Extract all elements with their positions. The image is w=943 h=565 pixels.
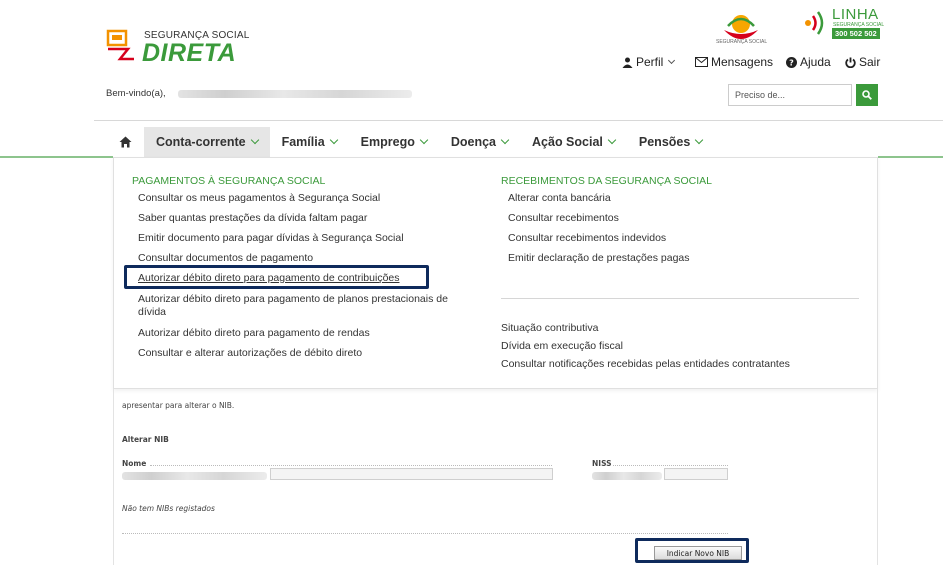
menu-link[interactable]: Saber quantas prestações da dívida falta… [138,212,367,225]
redacted-niss [592,472,662,480]
menu-link[interactable]: Emitir declaração de prestações pagas [508,252,690,265]
highlight-box-button [635,538,749,563]
menu-link[interactable]: Consultar os meus pagamentos à Segurança… [138,192,380,205]
niss-label: NISS [592,459,612,468]
phone-waves-icon [805,11,824,35]
logout-label: Sair [859,55,881,69]
menu-link[interactable]: Emitir documento para pagar dívidas à Se… [138,232,404,245]
nav-label: Conta-corrente [156,135,246,149]
nav-conta-corrente[interactable]: Conta-corrente [144,127,270,157]
redacted-user-name [178,90,412,98]
question-circle-icon: ? [786,56,797,68]
dotted-rule [150,465,552,466]
envelope-icon [695,57,708,67]
svg-text:?: ? [789,58,794,67]
help-label: Ajuda [800,55,831,69]
name-label: Nome [122,459,147,468]
chevron-down-icon [668,56,676,64]
menu-link[interactable]: Consultar e alterar autorizações de débi… [138,347,362,360]
nav-label: Ação Social [532,135,603,149]
messages-link[interactable]: Mensagens [695,55,773,69]
menu-link[interactable]: Alterar conta bancária [508,192,611,205]
profile-label: Perfil [636,55,664,69]
niss-field [664,468,728,480]
menu-link[interactable]: Consultar documentos de pagamento [138,252,313,265]
highlight-box-menu [124,265,429,289]
emblem-label: SEGURANÇA SOCIAL [716,39,768,45]
dotted-rule [122,533,728,534]
search-icon [862,90,872,100]
welcome-text: Bem-vindo(a), [106,88,166,99]
nav-acao-social[interactable]: Ação Social [520,127,627,157]
chevron-down-icon [329,135,338,145]
messages-label: Mensagens [711,55,774,69]
linha-seguranca-social[interactable]: LINHA SEGURANÇA SOCIAL 300 502 502 [800,6,890,46]
intro-text: apresentar para alterar o NIB. [122,401,235,410]
menu-separator [501,298,859,299]
chevron-down-icon [250,135,259,145]
green-rule-right [878,156,943,158]
logo-mark-icon [106,29,134,61]
menu-link[interactable]: Autorizar débito direto para pagamento d… [138,327,370,340]
nav-doenca[interactable]: Doença [439,127,520,157]
chevron-down-icon [607,135,617,145]
user-icon [622,57,633,68]
nav-label: Emprego [360,135,415,149]
profile-menu[interactable]: Perfil [622,55,676,69]
menu-link[interactable]: Autorizar débito direto para pagamento d… [138,293,478,319]
search-input[interactable]: Preciso de... [728,84,852,106]
menu-link[interactable]: Dívida em execução fiscal [501,340,623,353]
help-link[interactable]: ? Ajuda [786,55,831,69]
menu-link[interactable]: Consultar recebimentos indevidos [508,232,666,245]
nav-label: Pensões [638,135,691,149]
redacted-name [122,472,267,480]
menu-link[interactable]: Consultar notificações recebidas pelas e… [501,358,790,371]
linha-title: LINHA [832,6,879,23]
main-nav: Conta-corrente Família Emprego Doença Aç… [106,127,714,157]
search-button[interactable] [856,84,878,106]
nav-emprego[interactable]: Emprego [349,127,439,157]
section-title: Alterar NIB [122,435,169,444]
logout-link[interactable]: Sair [845,55,880,69]
chevron-down-icon [500,135,510,145]
nav-familia[interactable]: Família [270,127,349,157]
nav-label: Família [281,135,325,149]
power-icon [845,57,856,68]
seguranca-social-direta-logo[interactable]: SEGURANÇA SOCIAL DIRETA [106,27,256,67]
nav-label: Doença [450,135,497,149]
payments-heading: PAGAMENTOS À SEGURANÇA SOCIAL [132,175,326,187]
header-divider [94,120,943,121]
receipts-heading: RECEBIMENTOS DA SEGURANÇA SOCIAL [501,175,713,187]
green-rule-left [0,156,113,158]
menu-link[interactable]: Consultar recebimentos [508,212,619,225]
name-field [270,468,553,480]
linha-phone-number: 300 502 502 [832,28,880,39]
no-nib-message: Não tem NIBs registados [122,504,215,513]
chevron-down-icon [419,135,429,145]
logo-main-text: DIRETA [142,39,237,67]
home-icon [119,136,131,148]
nav-pensoes[interactable]: Pensões [627,127,714,157]
menu-link[interactable]: Situação contributiva [501,322,598,335]
dotted-rule [613,465,728,466]
chevron-down-icon [695,135,704,145]
nav-home[interactable] [106,127,144,157]
